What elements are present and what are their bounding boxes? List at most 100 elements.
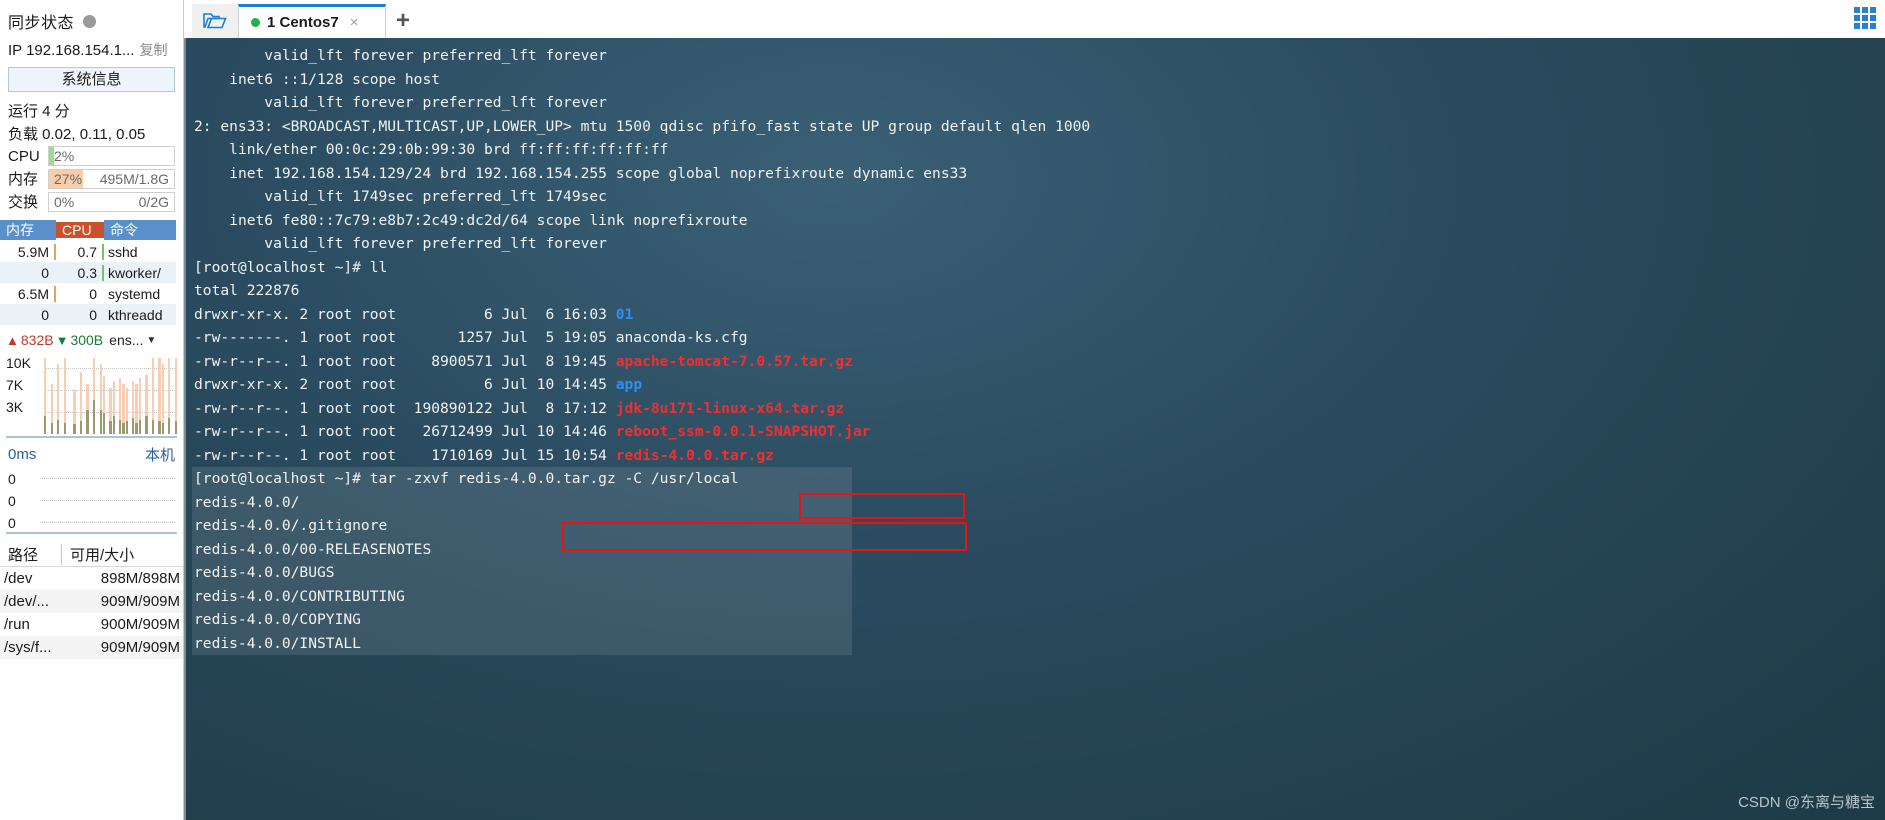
terminal-line: [root@localhost ~]# tar -zxvf redis-4.0.… <box>192 467 852 491</box>
network-bar <box>155 354 157 434</box>
grid-layout-icon[interactable] <box>1851 4 1879 32</box>
terminal-text: inet6 fe80::7c79:e8b7:2c49:dc2d/64 scope… <box>229 211 748 229</box>
network-bar <box>63 354 66 434</box>
terminal-line-wrap: -rw-r--r--. 1 root root 190890122 Jul 8 … <box>192 397 1885 421</box>
latency-graph: 0 0 0 <box>6 466 177 534</box>
memory-meter-percent: 27% <box>54 170 83 187</box>
network-bar <box>119 354 122 434</box>
disk-header-path[interactable]: 路径 <box>0 544 62 565</box>
disk-table-body: /dev 898M/898M/dev/... 909M/909M/run 900M/9… <box>0 567 183 659</box>
process-command: kworker/ <box>108 264 161 281</box>
terminal-line: -rw-r--r--. 1 root root 190890122 Jul 8 … <box>192 397 1885 421</box>
copy-ip-button[interactable]: 复制 <box>140 40 168 60</box>
process-row[interactable]: 5.9M 0.7 sshd <box>0 241 176 262</box>
close-icon[interactable]: × <box>350 14 359 31</box>
terminal-lines: valid_lft forever preferred_lft forever … <box>192 44 1885 655</box>
memory-meter: 27% 495M/1.8G <box>48 168 175 189</box>
terminal-text: valid_lft forever preferred_lft forever <box>264 94 607 111</box>
network-bar <box>151 354 155 434</box>
terminal-text: [root@localhost ~]# ll <box>194 258 388 276</box>
network-bar <box>77 354 79 434</box>
network-header: ▲ 832B ▼ 300B ens... ▼ <box>0 325 183 350</box>
disk-table-header: 路径 可用/大小 <box>0 543 183 567</box>
network-bar <box>73 354 76 434</box>
terminal-text: redis-4.0.0/.gitignore <box>194 517 388 534</box>
watermark-label: CSDN @东离与糖宝 <box>1738 793 1875 811</box>
terminal-text: total 222876 <box>194 282 300 299</box>
network-bar <box>145 354 148 434</box>
terminal-line: valid_lft 1749sec preferred_lft 1749sec <box>192 185 1885 209</box>
network-bar <box>70 354 72 434</box>
process-header-cpu[interactable]: CPU <box>56 222 104 238</box>
network-bar <box>106 354 108 434</box>
terminal-text: redis-4.0.0/COPYING <box>194 611 361 628</box>
process-row[interactable]: 0 0 kthreadd <box>0 304 176 325</box>
chevron-down-icon[interactable]: ▼ <box>146 335 156 346</box>
ip-row: IP 192.168.154.1... 复制 <box>0 38 183 64</box>
disk-row[interactable]: /run 900M/909M <box>0 613 183 636</box>
memory-meter-detail: 495M/1.8G <box>99 170 169 187</box>
terminal-line-wrap: -rw-------. 1 root root 1257 Jul 5 19:05… <box>192 326 1885 350</box>
network-bar <box>54 354 56 434</box>
cpu-meter: 2% <box>48 146 175 166</box>
process-row[interactable]: 0 0.3 kworker/ <box>0 262 176 283</box>
process-table-body: 5.9M 0.7 sshd 0 0.3 kworker/6.5M 0 systemd 0 0 kth… <box>0 241 176 325</box>
disk-row[interactable]: /sys/f... 909M/909M <box>0 636 183 659</box>
process-cpu: 0.7 <box>56 243 104 260</box>
terminal-line: redis-4.0.0/ <box>192 490 852 514</box>
disk-header-size[interactable]: 可用/大小 <box>62 544 183 565</box>
process-header-command[interactable]: 命令 <box>104 220 176 240</box>
terminal-line-wrap: -rw-r--r--. 1 root root 26712499 Jul 10 … <box>192 420 1885 444</box>
network-bar <box>171 354 173 434</box>
process-header-memory[interactable]: 内存 <box>0 220 56 240</box>
process-memory: 0 <box>41 264 49 281</box>
terminal-text: redis-4.0.0/BUGS <box>194 564 335 581</box>
terminal-text: jdk-8u171-linux-x64.tar.gz <box>615 399 845 417</box>
latency-header: 0ms 本机 <box>0 438 183 466</box>
monitor-sidebar: 同步状态 IP 192.168.154.1... 复制 系统信息 运行 4 分 … <box>0 0 184 820</box>
network-y-tick-0: 10K <box>6 355 31 371</box>
terminal-line-wrap: valid_lft forever preferred_lft forever <box>192 91 1885 115</box>
terminal-text: -rw-r--r--. 1 root root 8900571 Jul 8 19… <box>194 352 616 370</box>
tab-bar: 1 Centos7 × + <box>184 0 1885 38</box>
terminal-text: redis-4.0.0.tar.gz <box>615 446 774 464</box>
terminal-line: -rw-r--r--. 1 root root 26712499 Jul 10 … <box>192 420 1885 444</box>
upload-arrow-icon: ▲ <box>6 332 19 348</box>
network-graph-bars <box>44 354 177 434</box>
terminal-output[interactable]: valid_lft forever preferred_lft forever … <box>184 38 1885 820</box>
disk-row[interactable]: /dev/... 909M/909M <box>0 590 183 613</box>
terminal-text: drwxr-xr-x. 2 root root 6 Jul 6 16:03 <box>194 305 616 323</box>
tab-centos7[interactable]: 1 Centos7 × <box>238 4 386 38</box>
uptime-label: 运行 4 分 <box>8 103 70 120</box>
swap-meter-row: 交换 0% 0/2G <box>0 190 183 213</box>
terminal-text: -rw-------. 1 root root 1257 Jul 5 19:05… <box>194 329 748 346</box>
terminal-line-wrap: inet6 fe80::7c79:e8b7:2c49:dc2d/64 scope… <box>192 209 1885 233</box>
disk-row[interactable]: /dev 898M/898M <box>0 567 183 590</box>
terminal-line: redis-4.0.0/BUGS <box>192 561 852 585</box>
open-folder-icon[interactable] <box>192 4 238 38</box>
terminal-line: -rw-r--r--. 1 root root 1710169 Jul 15 1… <box>192 444 1885 468</box>
latency-value: 0ms <box>8 446 37 463</box>
terminal-line-wrap: redis-4.0.0/INSTALL <box>192 631 1885 655</box>
network-bar <box>67 354 69 434</box>
network-bar <box>86 354 89 434</box>
terminal-text: [root@localhost ~]# tar -zxvf redis-4.0.… <box>194 470 739 487</box>
process-table: 内存 CPU 命令 5.9M 0.7 sshd 0 0.3 kworker/6.5M 0 sy… <box>0 219 176 325</box>
terminal-line-wrap: [root@localhost ~]# ll <box>192 256 1885 280</box>
terminal-text: apache-tomcat-7.0.57.tar.gz <box>615 352 853 370</box>
latency-graph-plot <box>40 468 175 528</box>
process-memory: 5.9M <box>0 243 56 260</box>
terminal-line: -rw-r--r--. 1 root root 8900571 Jul 8 19… <box>192 350 1885 374</box>
system-info-button[interactable]: 系统信息 <box>8 67 175 92</box>
network-bar <box>135 354 138 434</box>
latency-y-tick-2: 0 <box>8 515 16 531</box>
terminal-line: inet6 ::1/128 scope host <box>192 68 1885 92</box>
process-row[interactable]: 6.5M 0 systemd <box>0 283 176 304</box>
tab-status-dot-icon <box>251 18 260 27</box>
terminal-text: app <box>615 376 643 393</box>
download-arrow-icon: ▼ <box>55 332 69 348</box>
add-tab-button[interactable]: + <box>386 4 420 38</box>
terminal-line: redis-4.0.0/INSTALL <box>192 631 852 655</box>
terminal-line: redis-4.0.0/.gitignore <box>192 514 852 538</box>
cpu-meter-row: CPU 2% <box>0 145 183 167</box>
